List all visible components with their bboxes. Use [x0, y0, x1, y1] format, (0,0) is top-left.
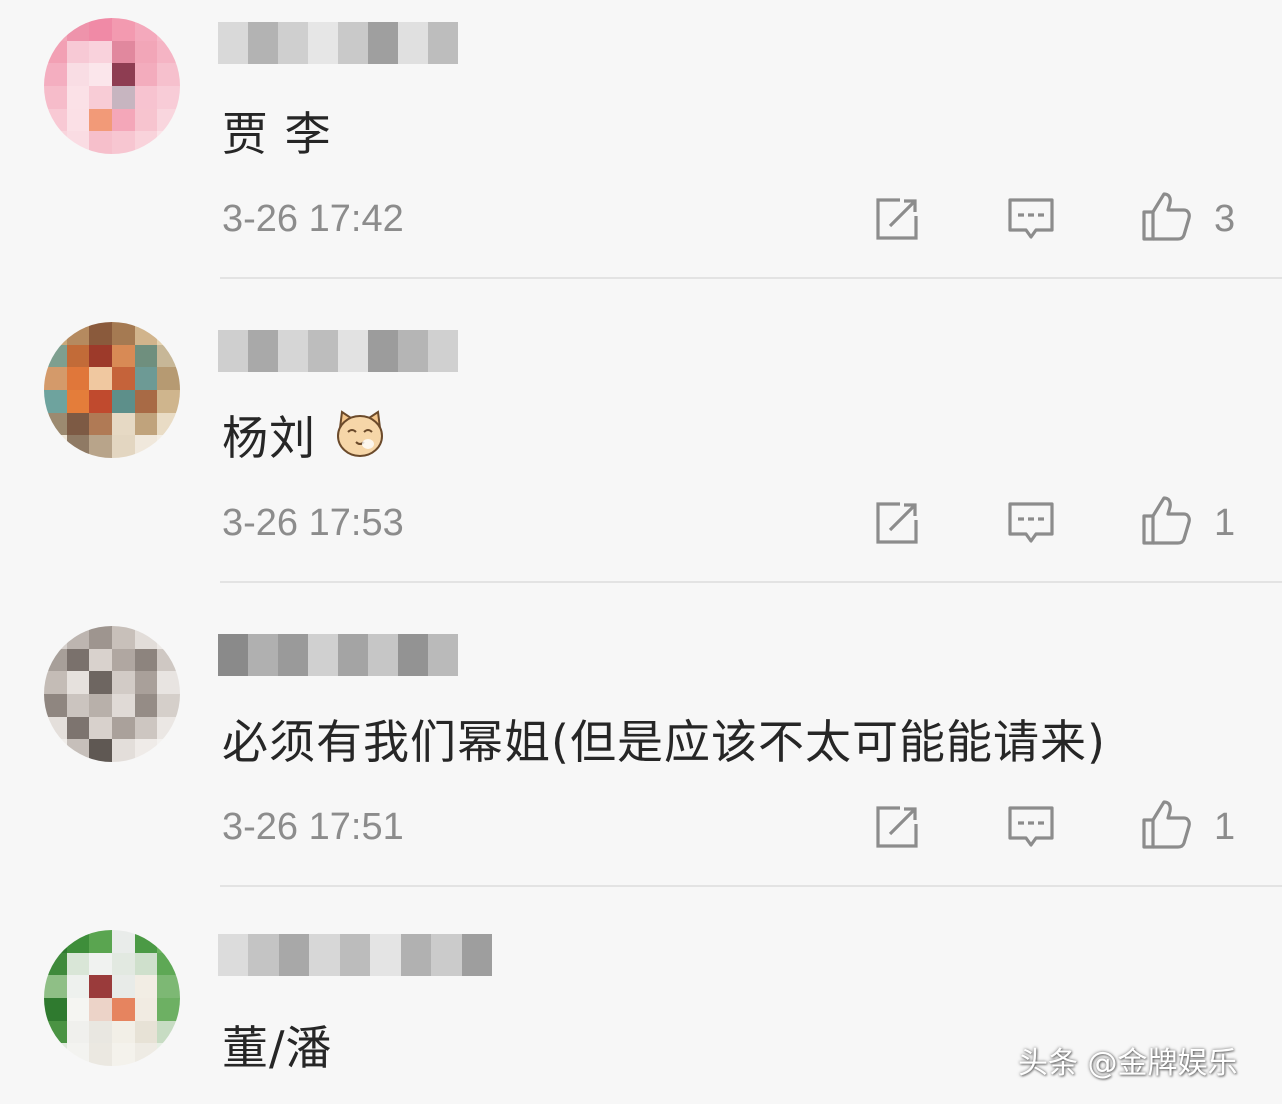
username-blurred[interactable]: [218, 634, 458, 676]
avatar[interactable]: [44, 626, 180, 762]
comment-text: 贾 李: [222, 107, 332, 161]
like-count: 1: [1214, 806, 1236, 848]
cat-emoji-icon: [336, 410, 383, 457]
comment-time: 3-26 17:51: [222, 806, 404, 848]
username-blurred[interactable]: [218, 330, 458, 372]
reply-icon[interactable]: [1004, 800, 1058, 854]
like-count: 1: [1214, 502, 1236, 544]
comment-time: 3-26 17:53: [222, 502, 404, 544]
comment-time: 3-26 17:42: [222, 198, 404, 240]
comment-text: 杨刘: [222, 402, 386, 468]
comment-text-label: 杨刘: [222, 411, 316, 465]
share-icon[interactable]: [870, 800, 924, 854]
share-icon[interactable]: [870, 496, 924, 550]
comment-text: 必须有我们幂姐(但是应该不太可能能请来): [222, 715, 1106, 769]
thumbs-up-icon[interactable]: [1138, 798, 1192, 852]
watermark: 头条 @金牌娱乐: [1018, 1046, 1238, 1081]
avatar[interactable]: [44, 18, 180, 154]
avatar[interactable]: [44, 322, 180, 458]
like-count: 3: [1214, 198, 1236, 240]
divider: [220, 885, 1282, 887]
divider: [220, 581, 1282, 583]
thumbs-up-icon[interactable]: [1138, 190, 1192, 244]
reply-icon[interactable]: [1004, 192, 1058, 246]
thumbs-up-icon[interactable]: [1138, 494, 1192, 548]
share-icon[interactable]: [870, 192, 924, 246]
divider: [220, 277, 1282, 279]
avatar[interactable]: [44, 930, 180, 1066]
username-blurred[interactable]: [218, 22, 458, 64]
reply-icon[interactable]: [1004, 496, 1058, 550]
comment-text: 董/潘: [222, 1021, 333, 1075]
username-blurred[interactable]: [218, 934, 492, 976]
